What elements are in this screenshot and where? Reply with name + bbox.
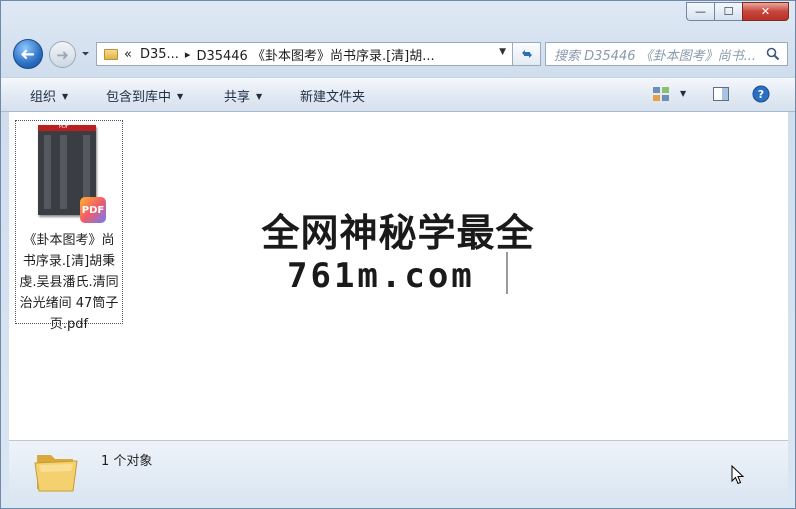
change-view-button[interactable] [652,85,670,103]
svg-text:?: ? [758,88,764,101]
command-bar: 组织 ▼ 包含到库中 ▼ 共享 ▼ 新建文件夹 ▼ ? [1,77,795,112]
view-options-icon [653,87,669,101]
text-caret [506,252,508,294]
forward-arrow-icon: ➜ [56,45,69,64]
breadcrumb-item[interactable]: D35... [140,47,179,62]
address-overflow[interactable]: « [124,47,132,62]
minimize-button[interactable]: — [686,2,714,21]
maximize-button[interactable]: ☐ [714,2,742,21]
back-button[interactable]: ➜ [13,39,43,69]
share-label: 共享 [224,90,251,105]
thumbnail-column [44,135,51,209]
preview-pane-icon [713,87,729,101]
search-input[interactable]: 搜索 D35446 《卦本图考》尚书... [545,42,788,66]
folder-icon [104,48,118,60]
help-icon: ? [752,85,770,103]
file-item[interactable]: PDF PDF 《卦本图考》尚书序录.[清]胡秉虔.吴县潘氏.清同治光绪间 47… [15,120,123,332]
explorer-window: — ☐ ✕ ➜ ➜ « D35... ▸ D35446 《卦本图考》尚书序录.[… [0,0,796,509]
search-placeholder: 搜索 D35446 《卦本图考》尚书... [554,48,757,64]
title-bar: — ☐ ✕ [1,1,795,31]
watermark-line-2: 761m.com [287,256,475,296]
new-folder-label: 新建文件夹 [300,90,366,105]
pdf-icon: PDF [80,197,106,223]
address-bar[interactable]: « D35... ▸ D35446 《卦本图考》尚书序录.[清]胡... ▼ [96,42,513,66]
recent-pages-dropdown[interactable] [81,49,91,59]
organize-menu[interactable]: 组织 ▼ [30,86,68,105]
preview-pane-button[interactable] [712,85,730,103]
thumbnail-header: PDF [38,124,96,131]
chevron-down-icon: ▼ [680,89,687,98]
item-count: 1 个对象 [101,454,153,469]
view-dropdown[interactable]: ▼ [680,87,686,102]
forward-button[interactable]: ➜ [49,41,76,68]
watermark-line-1: 全网神秘学最全 [261,211,535,255]
details-pane: 1 个对象 [9,440,788,500]
refresh-icon [521,50,532,58]
address-dropdown-icon[interactable]: ▼ [499,47,506,57]
close-button[interactable]: ✕ [742,2,789,21]
folder-icon [33,447,79,495]
refresh-button[interactable] [513,42,541,66]
chevron-down-icon: ▼ [256,92,263,101]
breadcrumb-separator-icon[interactable]: ▸ [185,48,191,61]
help-button[interactable]: ? [752,85,770,103]
include-in-library-menu[interactable]: 包含到库中 ▼ [106,86,183,105]
thumbnail-column [60,135,67,209]
file-list-area[interactable]: PDF PDF 《卦本图考》尚书序录.[清]胡秉虔.吴县潘氏.清同治光绪间 47… [9,112,788,440]
back-arrow-icon: ➜ [20,43,36,65]
thumbnail-label: PDF [59,124,69,130]
watermark-overlay: 全网神秘学最全 761m.com [249,200,547,304]
caption-buttons: — ☐ ✕ [686,2,789,21]
breadcrumb-item-current[interactable]: D35446 《卦本图考》尚书序录.[清]胡... [196,45,434,64]
search-icon[interactable] [766,47,780,61]
chevron-down-icon [82,52,89,56]
mouse-pointer-icon [731,464,745,485]
organize-label: 组织 [30,90,57,105]
share-menu[interactable]: 共享 ▼ [224,86,262,105]
navigation-bar: ➜ ➜ « D35... ▸ D35446 《卦本图考》尚书序录.[清]胡...… [1,37,795,71]
include-in-library-label: 包含到库中 [106,90,172,105]
file-name: 《卦本图考》尚书序录.[清]胡秉虔.吴县潘氏.清同治光绪间 47筒子页.pdf [19,233,119,332]
new-folder-button[interactable]: 新建文件夹 [300,86,365,105]
chevron-down-icon: ▼ [177,92,184,101]
chevron-down-icon: ▼ [62,92,69,101]
